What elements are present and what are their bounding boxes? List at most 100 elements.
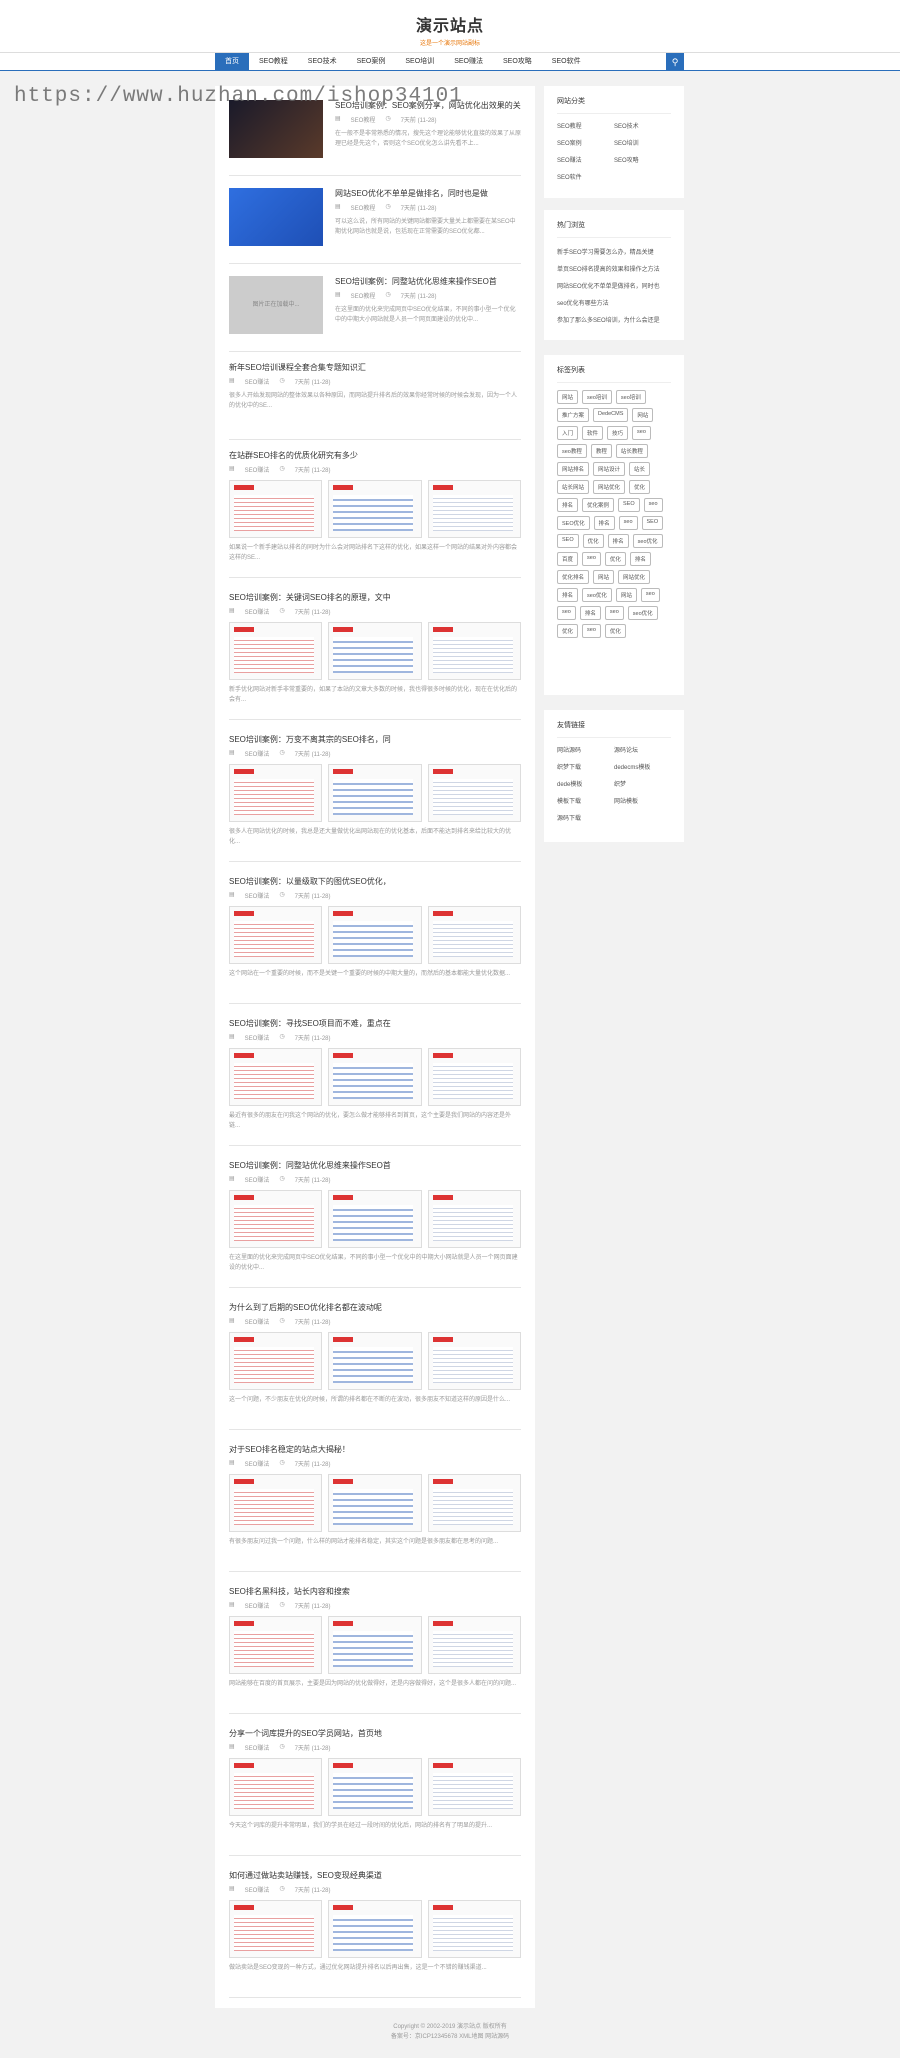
article-image[interactable] bbox=[427, 622, 521, 680]
category-link[interactable]: SEO赚法 bbox=[557, 155, 614, 164]
category-link[interactable]: SEO教程 bbox=[557, 121, 614, 130]
article-category[interactable]: SEO教程 bbox=[351, 203, 376, 212]
tag-link[interactable]: 排名 bbox=[579, 606, 601, 620]
article-image[interactable] bbox=[328, 1900, 422, 1958]
article-image[interactable] bbox=[427, 764, 521, 822]
article-category[interactable]: SEO赚法 bbox=[245, 1743, 270, 1752]
tag-link[interactable]: seo bbox=[640, 588, 660, 602]
tag-link[interactable]: DedeCMS bbox=[593, 408, 629, 422]
tag-link[interactable]: 优化排名 bbox=[557, 570, 590, 584]
tag-link[interactable]: SEO bbox=[641, 516, 664, 530]
tag-link[interactable]: 排名 bbox=[607, 534, 629, 548]
tag-link[interactable]: SEO优化 bbox=[557, 516, 590, 530]
friend-link[interactable]: 源码论坛 bbox=[614, 745, 671, 754]
article-image[interactable] bbox=[427, 1332, 521, 1390]
article-thumbnail[interactable] bbox=[229, 188, 323, 246]
article-image[interactable] bbox=[328, 1474, 422, 1532]
article-title[interactable]: 为什么到了后期的SEO优化排名都在波动呢 bbox=[229, 1302, 521, 1314]
tag-link[interactable]: 优化 bbox=[629, 480, 651, 494]
article-image[interactable] bbox=[229, 622, 323, 680]
article-image[interactable] bbox=[229, 764, 323, 822]
article-title[interactable]: 在站群SEO排名的优质化研究有多少 bbox=[229, 450, 521, 462]
article-image[interactable] bbox=[427, 1474, 521, 1532]
tag-link[interactable]: seo bbox=[604, 606, 624, 620]
tag-link[interactable]: 教程 bbox=[590, 444, 612, 458]
article-image[interactable] bbox=[229, 1332, 323, 1390]
article-title[interactable]: 如何通过做站卖站赚钱，SEO变现经典渠道 bbox=[229, 1870, 521, 1882]
article-title[interactable]: SEO培训案例：同整站优化思维来操作SEO首 bbox=[335, 276, 521, 288]
nav-item[interactable]: SEO赚法 bbox=[444, 53, 493, 71]
tag-link[interactable]: seo优化 bbox=[632, 534, 663, 548]
friend-link[interactable]: 网站模板 bbox=[614, 796, 671, 805]
tag-link[interactable]: 排名 bbox=[593, 516, 615, 530]
tag-link[interactable]: 优化 bbox=[604, 552, 626, 566]
article-category[interactable]: SEO赚法 bbox=[245, 1601, 270, 1610]
article-image[interactable] bbox=[229, 480, 323, 538]
tag-link[interactable]: 优化 bbox=[604, 624, 626, 638]
article-image[interactable] bbox=[328, 1758, 422, 1816]
tag-link[interactable]: seo bbox=[618, 516, 638, 530]
nav-item[interactable]: SEO技术 bbox=[298, 53, 347, 71]
article-image[interactable] bbox=[229, 906, 323, 964]
article-title[interactable]: SEO培训案例：寻找SEO项目而不难，重点在 bbox=[229, 1018, 521, 1030]
tag-link[interactable]: 网站 bbox=[593, 570, 615, 584]
category-link[interactable]: SEO培训 bbox=[614, 138, 671, 147]
article-category[interactable]: SEO赚法 bbox=[245, 465, 270, 474]
tag-link[interactable]: 推广方案 bbox=[557, 408, 590, 422]
article-image[interactable] bbox=[229, 1758, 323, 1816]
tag-link[interactable]: seo bbox=[557, 606, 576, 620]
article-category[interactable]: SEO赚法 bbox=[245, 1317, 270, 1326]
tag-link[interactable]: SEO bbox=[557, 534, 579, 548]
article-category[interactable]: SEO赚法 bbox=[245, 1175, 270, 1184]
tag-link[interactable]: seo bbox=[582, 552, 601, 566]
article-image[interactable] bbox=[427, 1758, 521, 1816]
tag-link[interactable]: 网站优化 bbox=[593, 480, 626, 494]
article-image[interactable] bbox=[328, 1190, 422, 1248]
article-category[interactable]: SEO赚法 bbox=[245, 1033, 270, 1042]
friend-link[interactable]: 织梦下载 bbox=[557, 762, 614, 771]
article-image[interactable] bbox=[229, 1190, 323, 1248]
article-image[interactable] bbox=[229, 1474, 323, 1532]
article-image[interactable] bbox=[427, 1190, 521, 1248]
article-title[interactable]: SEO培训案例：以量级取下的图优SEO优化， bbox=[229, 876, 521, 888]
tag-link[interactable]: 技巧 bbox=[607, 426, 629, 440]
article-image[interactable] bbox=[328, 622, 422, 680]
article-title[interactable]: SEO培训案例：万变不离其宗的SEO排名，同 bbox=[229, 734, 521, 746]
article-category[interactable]: SEO教程 bbox=[351, 115, 376, 124]
article-image[interactable] bbox=[427, 1048, 521, 1106]
article-image[interactable] bbox=[328, 906, 422, 964]
tag-link[interactable]: SEO bbox=[618, 498, 640, 512]
tag-link[interactable]: seo bbox=[632, 426, 651, 440]
friend-link[interactable]: dedecms模板 bbox=[614, 762, 671, 771]
hot-article-link[interactable]: 参加了那么多SEO培训，为什么会还是 bbox=[557, 313, 671, 330]
tag-link[interactable]: 站长网站 bbox=[557, 480, 590, 494]
friend-link[interactable]: 模板下载 bbox=[557, 796, 614, 805]
search-icon[interactable]: ⚲ bbox=[666, 53, 684, 71]
tag-link[interactable]: 排名 bbox=[557, 588, 579, 602]
friend-link[interactable]: 网站源码 bbox=[557, 745, 614, 754]
tag-link[interactable]: seo优化 bbox=[627, 606, 658, 620]
tag-link[interactable]: 排名 bbox=[629, 552, 651, 566]
article-image[interactable] bbox=[427, 906, 521, 964]
article-image[interactable] bbox=[328, 1048, 422, 1106]
nav-item[interactable]: SEO培训 bbox=[395, 53, 444, 71]
nav-item[interactable]: SEO软件 bbox=[542, 53, 591, 71]
article-image[interactable] bbox=[328, 764, 422, 822]
hot-article-link[interactable]: seo优化有哪些方法 bbox=[557, 296, 671, 313]
tag-link[interactable]: 网站设计 bbox=[593, 462, 626, 476]
tag-link[interactable]: 优化 bbox=[557, 624, 579, 638]
tag-link[interactable]: 网站优化 bbox=[618, 570, 651, 584]
friend-link[interactable]: 织梦 bbox=[614, 779, 671, 788]
category-link[interactable]: SEO攻略 bbox=[614, 155, 671, 164]
tag-link[interactable]: 百度 bbox=[557, 552, 579, 566]
hot-article-link[interactable]: 新手SEO学习需要怎么办，精品关键 bbox=[557, 245, 671, 262]
article-image[interactable] bbox=[427, 1900, 521, 1958]
nav-item[interactable]: 首页 bbox=[215, 53, 249, 71]
article-title[interactable]: 新年SEO培训课程全套合集专题知识汇 bbox=[229, 362, 521, 374]
article-category[interactable]: SEO教程 bbox=[351, 291, 376, 300]
article-image[interactable] bbox=[328, 480, 422, 538]
article-title[interactable]: 网站SEO优化不单单是做排名，同时也是做 bbox=[335, 188, 521, 200]
article-title[interactable]: SEO培训案例：同整站优化思维来操作SEO首 bbox=[229, 1160, 521, 1172]
site-logo[interactable]: 演示站点 这是一个演示网站副标 bbox=[405, 12, 495, 47]
article-title[interactable]: 分享一个词库提升的SEO学员网站，首页地 bbox=[229, 1728, 521, 1740]
